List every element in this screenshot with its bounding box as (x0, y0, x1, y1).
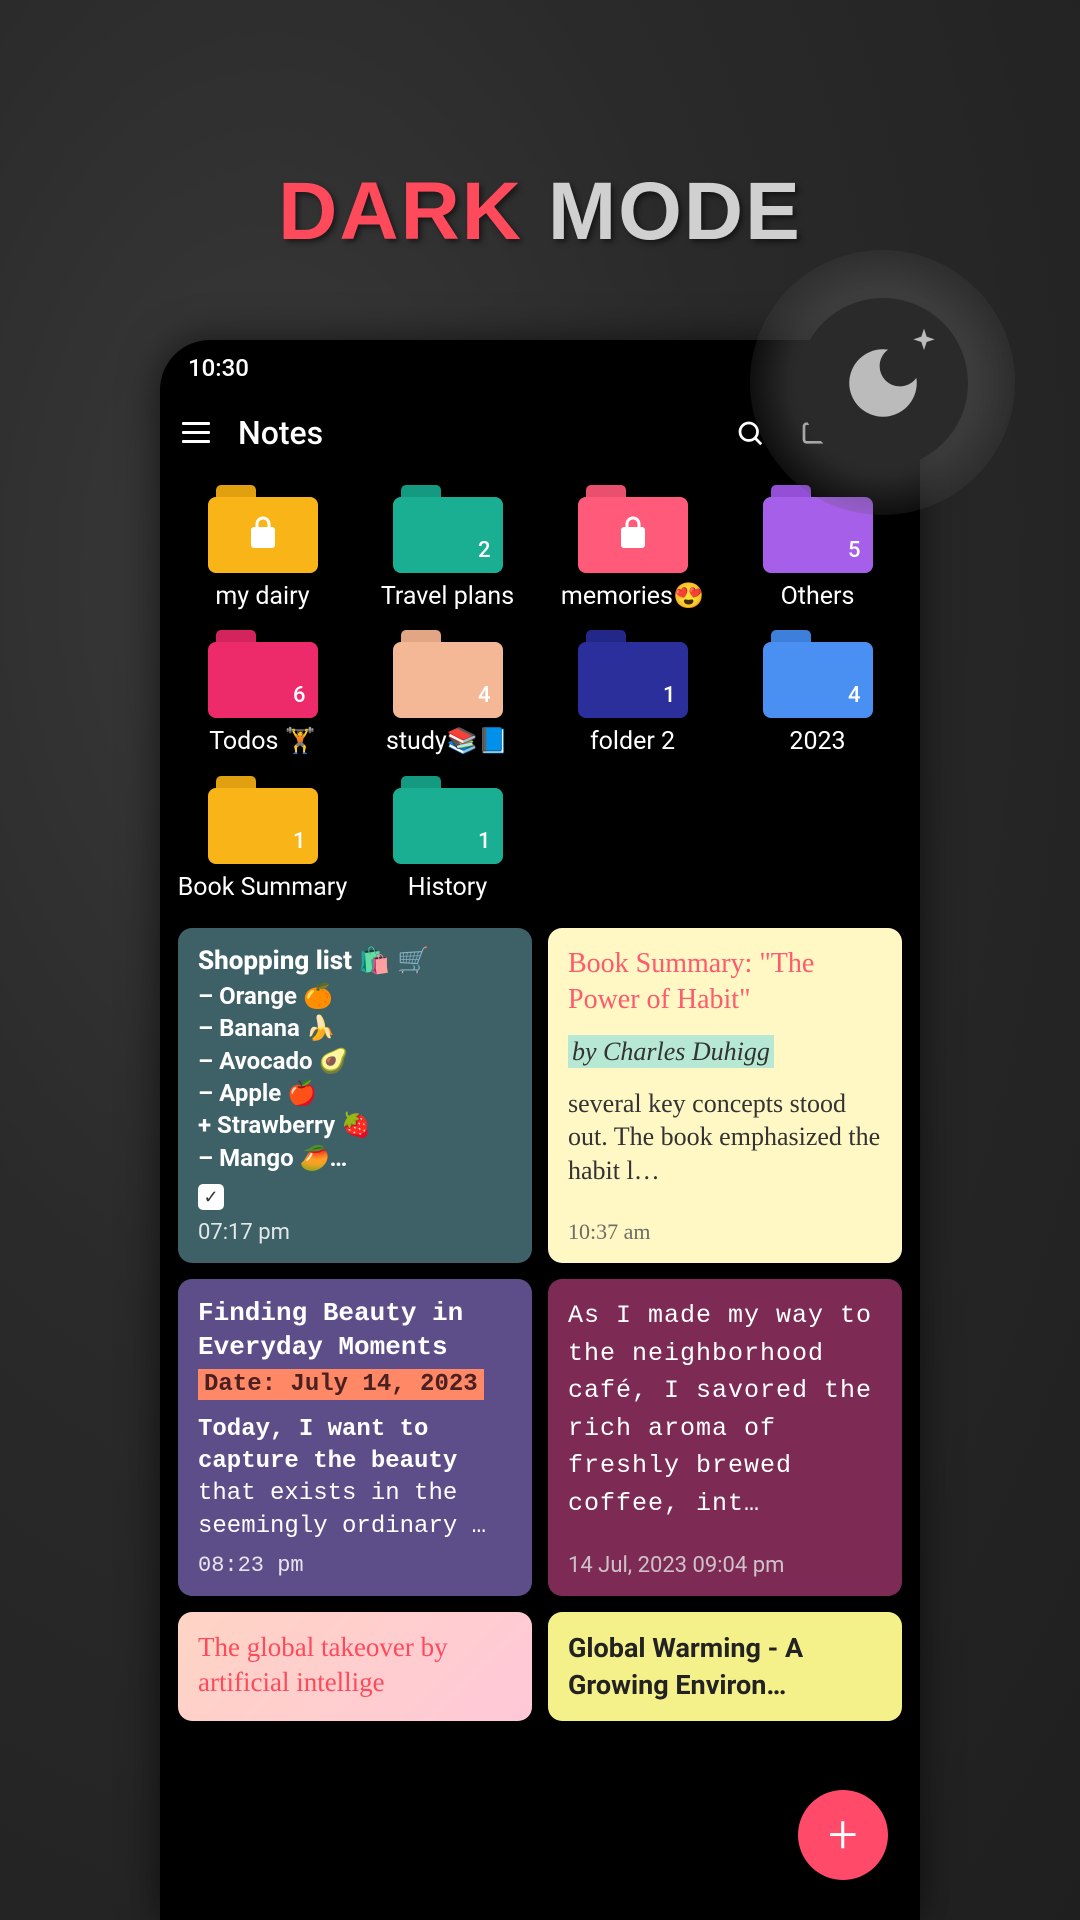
folder-count: 1 (293, 829, 306, 854)
folder-label: Book Summary (178, 872, 348, 903)
note-body: As I made my way to the neighborhood caf… (568, 1297, 882, 1522)
note-date: Date: July 14, 2023 (198, 1369, 484, 1400)
page-title: Notes (238, 414, 710, 452)
shopping-item: + Strawberry 🍓 (198, 1109, 512, 1141)
folder-icon: 4 (763, 630, 873, 718)
note-card-book[interactable]: Book Summary: "The Power of Habit" by Ch… (548, 928, 902, 1263)
folder-item[interactable]: 1 Book Summary (170, 776, 355, 903)
notes-grid: Shopping list 🛍️ 🛒 – Orange 🍊– Banana 🍌–… (160, 928, 920, 1721)
folder-label: study📚📘 (386, 726, 509, 757)
note-title: Finding Beauty in Everyday Moments (198, 1297, 512, 1365)
note-card-beauty[interactable]: Finding Beauty in Everyday Moments Date:… (178, 1279, 532, 1596)
phone-mockup: 10:30 Notes + my dairy (160, 340, 920, 1920)
folder-icon: 2 (393, 485, 503, 573)
note-timestamp: 07:17 pm (198, 1210, 512, 1245)
note-card-ai[interactable]: The global takeover by artificial intell… (178, 1612, 532, 1721)
headline-mode: MODE (548, 166, 802, 257)
folder-icon (578, 485, 688, 573)
shopping-item: – Apple 🍎 (198, 1077, 512, 1109)
folder-item[interactable]: 1 History (355, 776, 540, 903)
folder-icon: 4 (393, 630, 503, 718)
dark-mode-badge (750, 250, 1015, 515)
note-body-bold: Today, I want to capture the beauty (198, 1414, 512, 1479)
folder-count: 6 (293, 683, 306, 708)
folder-count: 1 (478, 829, 491, 854)
headline-dark: DARK (278, 166, 523, 257)
note-title: The global takeover by artificial intell… (198, 1630, 512, 1700)
folder-icon: 1 (208, 776, 318, 864)
folder-item[interactable]: 4 2023 (725, 630, 910, 757)
note-title: Book Summary: "The Power of Habit" (568, 946, 882, 1019)
note-card-cafe[interactable]: As I made my way to the neighborhood caf… (548, 1279, 902, 1596)
folder-item[interactable]: 1 folder 2 (540, 630, 725, 757)
note-title: Shopping list 🛍️ 🛒 (198, 946, 512, 976)
folder-count: 4 (478, 683, 491, 708)
hamburger-icon (182, 422, 210, 443)
folder-item[interactable]: my dairy (170, 485, 355, 612)
folder-label: folder 2 (590, 726, 675, 757)
note-body: that exists in the seemingly ordinary … (198, 1478, 512, 1543)
sparkle-icon (908, 326, 940, 358)
folder-label: Todos 🏋️ (209, 726, 316, 757)
folder-item[interactable]: memories😍 (540, 485, 725, 612)
note-card-warming[interactable]: Global Warming - A Growing Environ… (548, 1612, 902, 1721)
shopping-item: – Banana 🍌 (198, 1012, 512, 1044)
note-timestamp: 14 Jul, 2023 09:04 pm (568, 1543, 882, 1578)
folder-label: memories😍 (561, 581, 704, 612)
folder-count: 1 (663, 683, 676, 708)
folder-count: 2 (478, 538, 491, 563)
folder-label: my dairy (215, 581, 309, 612)
shopping-item: – Orange 🍊 (198, 980, 512, 1012)
note-timestamp: 08:23 pm (198, 1543, 512, 1578)
folder-count: 4 (848, 683, 861, 708)
note-card-shopping[interactable]: Shopping list 🛍️ 🛒 – Orange 🍊– Banana 🍌–… (178, 928, 532, 1263)
shopping-item: – Mango 🥭… (198, 1142, 512, 1174)
new-note-fab[interactable]: + (798, 1790, 888, 1880)
promo-headline: DARK MODE (0, 165, 1080, 259)
folder-label: History (408, 872, 488, 903)
note-title: Global Warming - A Growing Environ… (568, 1630, 882, 1703)
folder-icon: 1 (578, 630, 688, 718)
checkbox-icon: ✓ (198, 1184, 224, 1210)
folder-label: Others (781, 581, 855, 612)
note-timestamp: 10:37 am (568, 1209, 882, 1245)
folder-label: 2023 (789, 726, 845, 757)
note-author: by Charles Duhigg (568, 1035, 774, 1068)
folder-label: Travel plans (381, 581, 514, 612)
folder-icon: 1 (393, 776, 503, 864)
plus-icon: + (828, 1809, 857, 1861)
folders-grid: my dairy 2 Travel plans memories😍 5 Othe… (160, 470, 920, 928)
folder-icon: 6 (208, 630, 318, 718)
shopping-item: – Avocado 🥑 (198, 1045, 512, 1077)
folder-item[interactable]: 4 study📚📘 (355, 630, 540, 757)
menu-button[interactable] (172, 409, 220, 457)
folder-icon (208, 485, 318, 573)
status-time: 10:30 (188, 354, 249, 382)
folder-item[interactable]: 6 Todos 🏋️ (170, 630, 355, 757)
folder-item[interactable]: 2 Travel plans (355, 485, 540, 612)
folder-count: 5 (848, 538, 861, 563)
note-body: several key concepts stood out. The book… (568, 1087, 882, 1188)
